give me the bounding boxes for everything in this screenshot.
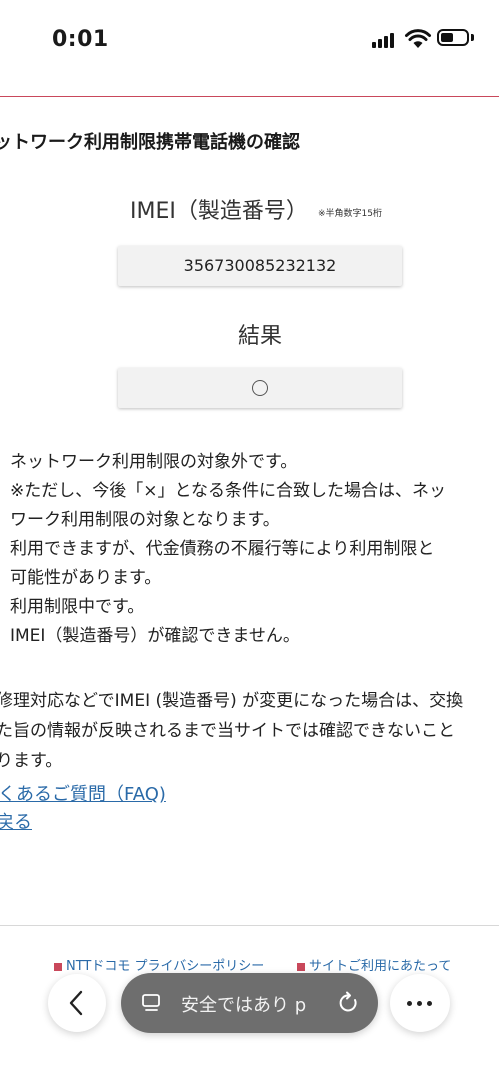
header-divider [0, 96, 499, 97]
notice-text: ります。 [0, 751, 63, 771]
site-terms-link[interactable]: サイトご利用にあたって [297, 955, 451, 974]
battery-cap [471, 34, 474, 41]
notice-text: た旨の情報が反映されるまで当サイトでは確認できないこと [0, 721, 455, 741]
site-terms-label: サイトご利用にあたって [309, 959, 452, 974]
address-bar[interactable]: 安全ではあり p [121, 973, 378, 1033]
legend-item: 利用できますが、代金債務の不履行等により利用制限と [10, 539, 435, 559]
imei-field[interactable]: 356730085232132 [118, 246, 402, 286]
footer-divider [0, 925, 499, 926]
privacy-policy-link[interactable]: NTTドコモ プライバシーポリシー [54, 955, 264, 974]
result-label: 結果 [237, 324, 282, 349]
imei-label: IMEI（製造番号） [130, 199, 308, 224]
legend-item: ワーク利用制限の対象となります。 [10, 510, 280, 530]
page-menu-icon [142, 994, 160, 1011]
legend-item: 利用制限中です。 [10, 597, 145, 617]
chevron-left-icon [69, 990, 83, 1016]
link-marker-icon [54, 962, 62, 971]
browser-back-button[interactable] [48, 974, 106, 1032]
address-text: 安全ではあり p [181, 995, 307, 1016]
notice-text: 修理対応などでIMEI (製造番号) が変更になった場合は、交換 [0, 691, 464, 711]
legend-item: 可能性があります。 [10, 568, 162, 588]
result-field [118, 368, 402, 408]
legend-item: ※ただし、今後「×」となる条件に合致した場合は、ネッ [10, 481, 446, 501]
imei-note: ※半角数字15桁 [318, 209, 382, 219]
legend-item: IMEI（製造番号）が確認できません。 [10, 626, 300, 646]
wifi-icon [405, 29, 431, 48]
more-options-button[interactable] [390, 974, 450, 1032]
more-dot-icon [407, 1001, 412, 1006]
status-time: 0:01 [52, 27, 109, 52]
legend-item: ネットワーク利用制限の対象外です。 [10, 452, 298, 472]
back-link[interactable]: 戻る [0, 808, 32, 834]
page-title: ットワーク利用制限携帯電話機の確認 [0, 132, 300, 153]
battery-icon [437, 29, 469, 46]
result-circle-icon [252, 380, 268, 396]
reload-icon[interactable] [337, 990, 361, 1016]
status-bar: 0:01 [0, 0, 499, 80]
more-dot-icon [427, 1001, 432, 1006]
more-dot-icon [417, 1001, 422, 1006]
privacy-policy-label: NTTドコモ プライバシーポリシー [66, 959, 265, 974]
faq-link[interactable]: くあるご質問（FAQ) [0, 780, 166, 806]
cellular-signal-icon [372, 32, 400, 48]
link-marker-icon [297, 962, 305, 971]
